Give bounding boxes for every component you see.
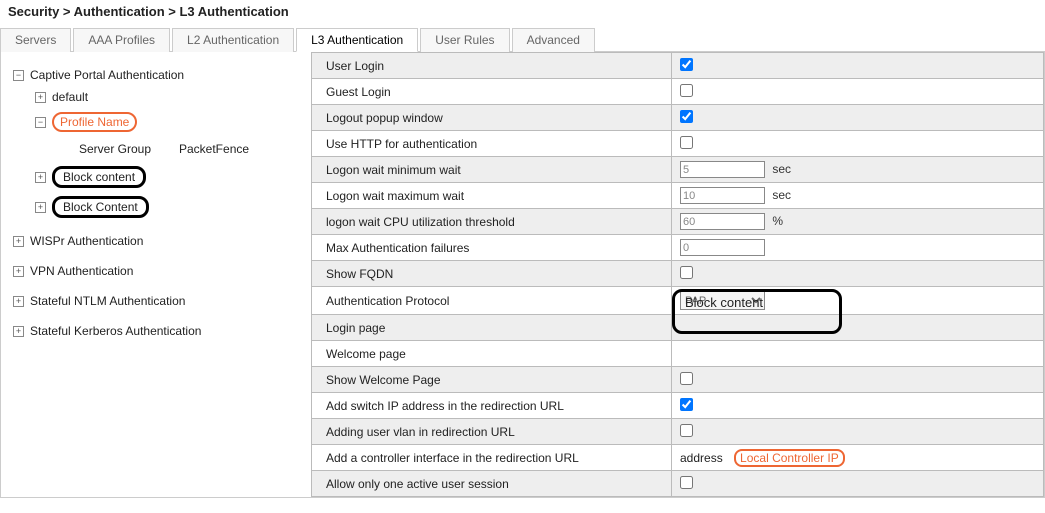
server-group-label: Server Group bbox=[79, 142, 179, 156]
row-one-session-label: Allow only one active user session bbox=[312, 471, 672, 497]
expand-icon[interactable] bbox=[35, 202, 46, 213]
settings-form: User Login Guest Login Logout popup wind… bbox=[311, 52, 1044, 497]
row-guest-login-label: Guest Login bbox=[312, 79, 672, 105]
expand-icon[interactable] bbox=[13, 296, 24, 307]
collapse-icon[interactable] bbox=[13, 70, 24, 81]
one-session-checkbox[interactable] bbox=[680, 476, 693, 489]
tree-kerberos-auth[interactable]: Stateful Kerberos Authentication bbox=[13, 320, 303, 342]
tree-ntlm-auth[interactable]: Stateful NTLM Authentication bbox=[13, 290, 303, 312]
expand-icon[interactable] bbox=[35, 92, 46, 103]
unit-pct: % bbox=[772, 214, 783, 228]
tab-user-rules[interactable]: User Rules bbox=[420, 28, 509, 52]
logout-popup-checkbox[interactable] bbox=[680, 110, 693, 123]
user-login-checkbox[interactable] bbox=[680, 58, 693, 71]
profile-name-highlight: Profile Name bbox=[52, 112, 137, 132]
max-wait-input[interactable] bbox=[680, 187, 765, 204]
block-content-highlight: Block Content bbox=[52, 196, 149, 218]
row-login-page-label: Login page bbox=[312, 315, 672, 341]
address-label: address bbox=[680, 451, 723, 465]
row-show-welcome-label: Show Welcome Page bbox=[312, 367, 672, 393]
add-user-vlan-checkbox[interactable] bbox=[680, 424, 693, 437]
row-min-wait-label: Logon wait minimum wait bbox=[312, 157, 672, 183]
row-logout-popup-label: Logout popup window bbox=[312, 105, 672, 131]
tabs-bar: Servers AAA Profiles L2 Authentication L… bbox=[0, 27, 1045, 52]
row-add-ctrl-if-label: Add a controller interface in the redire… bbox=[312, 445, 672, 471]
cpu-thresh-input[interactable] bbox=[680, 213, 765, 230]
expand-icon[interactable] bbox=[35, 172, 46, 183]
tree-server-group-row[interactable]: Server Group PacketFence bbox=[13, 136, 303, 162]
collapse-icon[interactable] bbox=[35, 117, 46, 128]
tab-aaa-profiles[interactable]: AAA Profiles bbox=[73, 28, 170, 52]
row-max-fail-label: Max Authentication failures bbox=[312, 235, 672, 261]
add-switch-ip-checkbox[interactable] bbox=[680, 398, 693, 411]
expand-icon[interactable] bbox=[13, 236, 24, 247]
tab-l2-authentication[interactable]: L2 Authentication bbox=[172, 28, 294, 52]
show-fqdn-checkbox[interactable] bbox=[680, 266, 693, 279]
tree-label: default bbox=[52, 90, 88, 104]
use-http-checkbox[interactable] bbox=[680, 136, 693, 149]
tab-servers[interactable]: Servers bbox=[0, 28, 71, 52]
row-max-wait-label: Logon wait maximum wait bbox=[312, 183, 672, 209]
tree-block-content-2[interactable]: Block Content bbox=[13, 192, 303, 222]
auth-proto-select[interactable]: PAP bbox=[680, 291, 765, 310]
tree-captive-portal-auth[interactable]: Captive Portal Authentication bbox=[13, 64, 303, 86]
tree-vpn-auth[interactable]: VPN Authentication bbox=[13, 260, 303, 282]
min-wait-input[interactable] bbox=[680, 161, 765, 178]
tab-advanced[interactable]: Advanced bbox=[512, 28, 595, 52]
row-add-switch-ip-label: Add switch IP address in the redirection… bbox=[312, 393, 672, 419]
row-show-fqdn-label: Show FQDN bbox=[312, 261, 672, 287]
tree-label: WISPr Authentication bbox=[30, 234, 143, 248]
row-add-user-vlan-label: Adding user vlan in redirection URL bbox=[312, 419, 672, 445]
sidebar-tree: Captive Portal Authentication default Pr… bbox=[1, 52, 311, 497]
tree-default[interactable]: default bbox=[13, 86, 303, 108]
tree-block-content-1[interactable]: Block content bbox=[13, 162, 303, 192]
tab-l3-authentication[interactable]: L3 Authentication bbox=[296, 28, 418, 52]
tree-profile-name[interactable]: Profile Name bbox=[13, 108, 303, 136]
guest-login-checkbox[interactable] bbox=[680, 84, 693, 97]
breadcrumb: Security > Authentication > L3 Authentic… bbox=[0, 0, 1045, 23]
row-welcome-page-label: Welcome page bbox=[312, 341, 672, 367]
tree-label: Stateful Kerberos Authentication bbox=[30, 324, 201, 338]
tree-label: VPN Authentication bbox=[30, 264, 133, 278]
tree-label: Captive Portal Authentication bbox=[30, 68, 184, 82]
row-user-login-label: User Login bbox=[312, 53, 672, 79]
row-cpu-thresh-label: logon wait CPU utilization threshold bbox=[312, 209, 672, 235]
max-fail-input[interactable] bbox=[680, 239, 765, 256]
server-group-value: PacketFence bbox=[179, 142, 249, 156]
expand-icon[interactable] bbox=[13, 266, 24, 277]
expand-icon[interactable] bbox=[13, 326, 24, 337]
tree-label: Stateful NTLM Authentication bbox=[30, 294, 185, 308]
unit-sec: sec bbox=[772, 188, 791, 202]
tree-wispr-auth[interactable]: WISPr Authentication bbox=[13, 230, 303, 252]
row-auth-proto-label: Authentication Protocol bbox=[312, 287, 672, 315]
unit-sec: sec bbox=[772, 162, 791, 176]
show-welcome-checkbox[interactable] bbox=[680, 372, 693, 385]
block-content-highlight: Block content bbox=[52, 166, 146, 188]
local-controller-ip-highlight: Local Controller IP bbox=[734, 449, 845, 467]
row-use-http-label: Use HTTP for authentication bbox=[312, 131, 672, 157]
